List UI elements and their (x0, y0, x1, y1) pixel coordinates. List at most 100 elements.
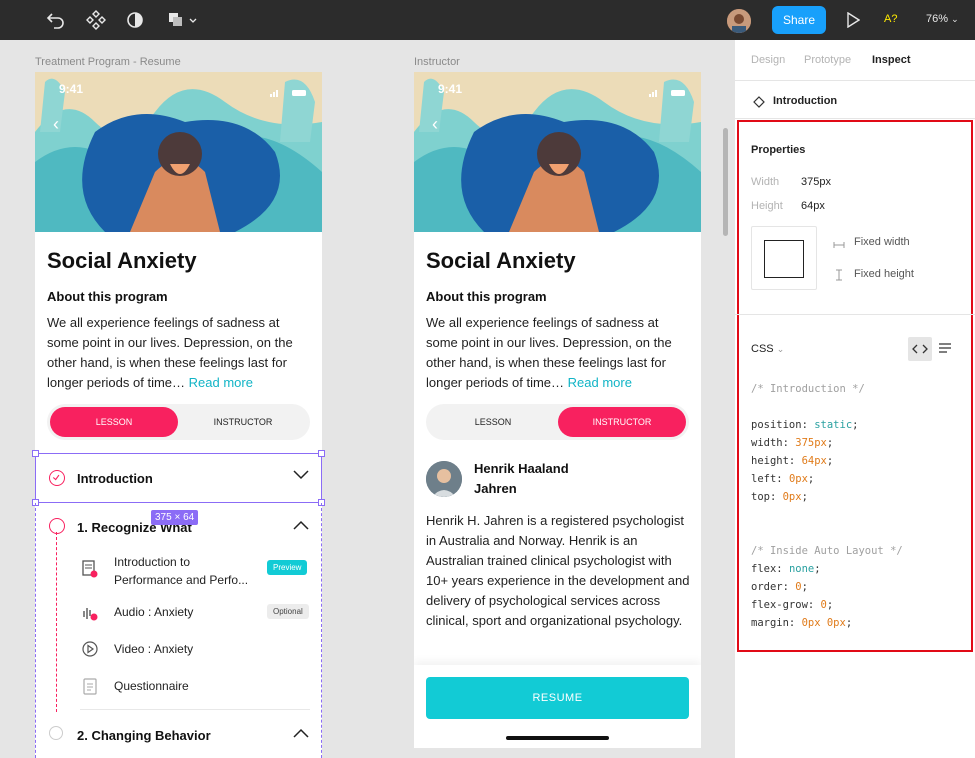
css-comment: /* Introduction */ (751, 383, 865, 395)
css-declaration: flex: none; (751, 563, 821, 575)
fixed-width-icon (833, 237, 845, 248)
program-title: Social Anxiety (426, 248, 576, 273)
css-property: position: (751, 419, 815, 431)
instructor-avatar (426, 461, 462, 497)
contrast-icon[interactable] (123, 8, 147, 32)
properties-heading: Properties (751, 144, 806, 156)
fixed-height-icon (834, 268, 844, 281)
divider (735, 314, 975, 315)
css-declaration: order: 0; (751, 581, 808, 593)
zoom-dropdown[interactable]: 76% ⌄ (926, 13, 959, 25)
chevron-down-icon: ⌄ (951, 14, 959, 24)
css-declaration: height: 64px; (751, 455, 834, 467)
divider (735, 118, 975, 119)
tab-prototype[interactable]: Prototype (804, 54, 851, 66)
hero-illustration: 9:41 ‹ (414, 72, 701, 232)
css-property: left: (751, 473, 789, 485)
undo-icon[interactable] (44, 8, 68, 32)
css-property: flex: (751, 563, 789, 575)
fixed-width-label: Fixed width (854, 236, 910, 248)
back-chevron-icon[interactable]: ‹ (432, 114, 438, 135)
canvas-scrollbar[interactable] (723, 128, 728, 236)
parent-outline (35, 503, 322, 758)
css-value: 375px (795, 437, 827, 449)
width-label: Width (751, 176, 780, 188)
width-value[interactable]: 375px (801, 176, 831, 188)
css-declaration: left: 0px; (751, 473, 815, 485)
resume-button[interactable]: RESUME (426, 677, 689, 719)
boolean-icon[interactable] (166, 8, 200, 32)
code-view-icon[interactable] (908, 337, 932, 361)
back-chevron-icon[interactable]: ‹ (53, 114, 59, 135)
code-language-dropdown[interactable]: CSS ⌄ (751, 343, 784, 355)
css-block-1[interactable]: position: static; width: 375px; height: 64… (751, 416, 858, 506)
css-value: 64px (801, 455, 827, 467)
instructor-bio: Henrik H. Jahren is a registered psychol… (426, 513, 690, 628)
selected-layer-name: Introduction (773, 95, 838, 107)
zoom-level: 76% (926, 13, 949, 25)
css-declaration: margin: 0px 0px; (751, 617, 853, 629)
divider (735, 80, 975, 81)
top-toolbar: Share A? 76% ⌄ (0, 0, 975, 40)
component-diamond-icon (753, 95, 765, 108)
missing-fonts-indicator[interactable]: A? (884, 13, 897, 25)
signal-battery-icon (270, 84, 308, 97)
constraints-preview (751, 226, 817, 290)
program-title: Social Anxiety (47, 248, 197, 273)
about-heading: About this program (426, 289, 547, 304)
read-more-link[interactable]: Read more (189, 375, 253, 390)
css-declaration: flex-grow: 0; (751, 599, 834, 611)
home-indicator (506, 736, 609, 740)
user-avatar[interactable] (727, 9, 751, 33)
read-more-link[interactable]: Read more (568, 375, 632, 390)
lesson-instructor-toggle: LESSON INSTRUCTOR (47, 404, 310, 440)
css-value: 0px (788, 473, 808, 485)
css-property: width: (751, 437, 796, 449)
hero-illustration: 9:41 ‹ (35, 72, 322, 232)
height-value[interactable]: 64px (801, 200, 825, 212)
inspect-panel: Design Prototype Inspect Introduction Pr… (734, 40, 975, 758)
css-value: static (814, 419, 853, 431)
tab-lesson[interactable]: LESSON (429, 407, 557, 437)
tab-instructor[interactable]: INSTRUCTOR (179, 407, 307, 437)
about-text: We all experience feelings of sadness at… (426, 315, 672, 390)
about-text: We all experience feelings of sadness at… (47, 315, 293, 390)
tab-lesson[interactable]: LESSON (50, 407, 178, 437)
frame-label[interactable]: Instructor (414, 56, 460, 68)
lesson-instructor-toggle: LESSON INSTRUCTOR (426, 404, 689, 440)
design-canvas[interactable]: Treatment Program - Resume Instructor 9:… (0, 40, 734, 758)
size-badge: 375 × 64 (151, 510, 199, 525)
css-value: 0px 0px (801, 617, 846, 629)
code-language: CSS (751, 343, 774, 355)
constraints-box (764, 240, 804, 278)
css-declaration: top: 0px; (751, 491, 808, 503)
signal-battery-icon (649, 84, 687, 97)
css-declaration: width: 375px; (751, 437, 834, 449)
fixed-height-label: Fixed height (854, 268, 914, 280)
instructor-name: Henrik Haaland Jahren (474, 461, 569, 496)
present-play-icon[interactable] (846, 11, 861, 29)
about-heading: About this program (47, 289, 168, 304)
height-label: Height (751, 200, 783, 212)
share-button[interactable]: Share (772, 6, 826, 34)
tab-design[interactable]: Design (751, 54, 785, 66)
selection-outline (32, 450, 325, 506)
frame-label[interactable]: Treatment Program - Resume (35, 56, 181, 68)
tab-instructor[interactable]: INSTRUCTOR (558, 407, 686, 437)
css-property: top: (751, 491, 783, 503)
list-view-icon[interactable] (938, 341, 952, 355)
css-declaration: position: static; (751, 419, 859, 431)
tab-inspect[interactable]: Inspect (872, 54, 911, 66)
css-comment: /* Inside Auto Layout */ (751, 545, 903, 557)
about-body: We all experience feelings of sadness at… (426, 313, 691, 393)
about-body: We all experience feelings of sadness at… (47, 313, 312, 393)
css-property: height: (751, 455, 802, 467)
css-block-2[interactable]: flex: none; order: 0; flex-grow: 0; margin:… (751, 560, 852, 632)
chevron-down-icon: ⌄ (776, 344, 785, 354)
phone-frame-instructor[interactable]: 9:41 ‹ Social Anxiety About this program… (414, 72, 701, 748)
css-value: none (788, 563, 815, 575)
css-property: margin: (751, 617, 802, 629)
css-property: order: (751, 581, 796, 593)
components-icon[interactable] (84, 8, 108, 32)
status-time: 9:41 (59, 82, 84, 96)
